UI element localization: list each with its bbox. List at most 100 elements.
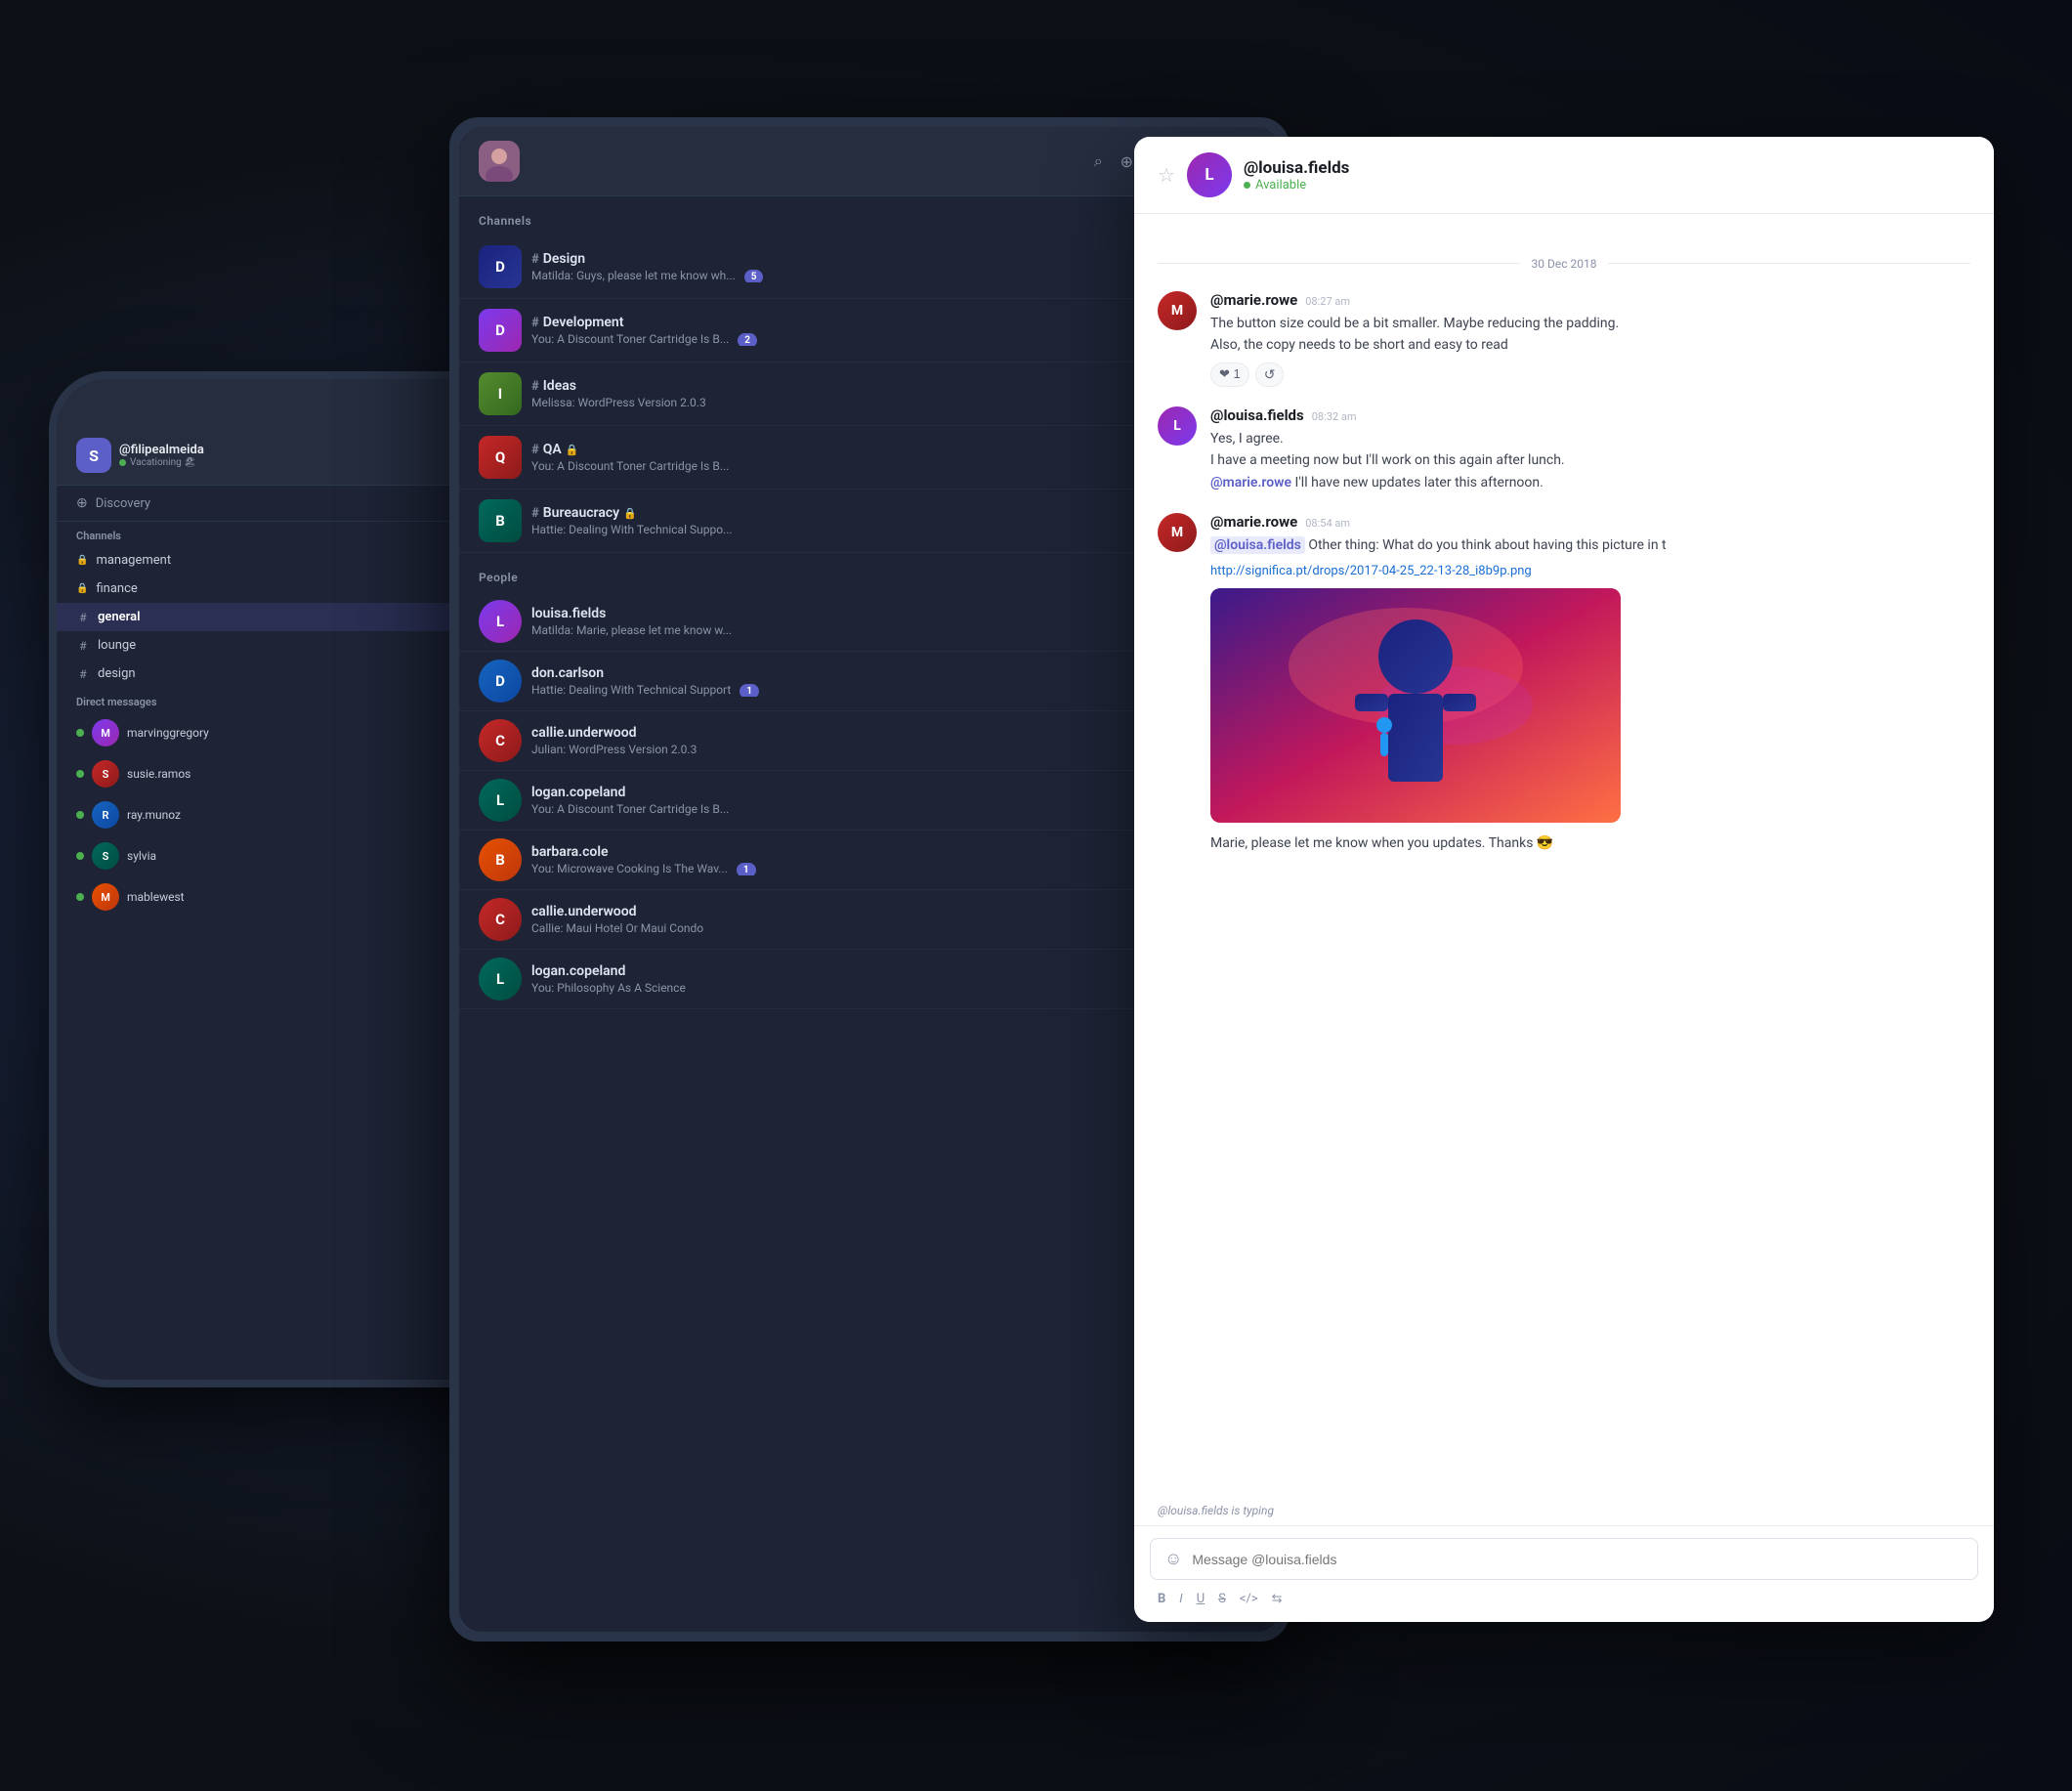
channel-name: # Ideas bbox=[531, 378, 576, 394]
message-header: @marie.rowe 08:54 am bbox=[1210, 513, 1970, 531]
globe-icon[interactable]: ⊕ bbox=[1121, 152, 1133, 171]
date-divider: 30 Dec 2018 bbox=[1158, 253, 1970, 272]
hash-icon: # bbox=[76, 667, 90, 681]
link-button[interactable]: ⇆ bbox=[1272, 1592, 1283, 1606]
message-link[interactable]: http://significa.pt/drops/2017-04-25_22-… bbox=[1210, 564, 1532, 578]
dm-avatar: S bbox=[92, 842, 119, 870]
person-name: don.carlson bbox=[531, 665, 604, 681]
lock-icon: 🔒 bbox=[623, 507, 637, 520]
person-name: louisa.fields bbox=[531, 606, 606, 621]
message-time: 08:27 am bbox=[1305, 295, 1350, 308]
person-name: barbara.cole bbox=[531, 844, 609, 860]
message-time: 08:54 am bbox=[1305, 517, 1350, 530]
avatar-placeholder: S bbox=[92, 760, 119, 788]
hash-icon: # bbox=[531, 379, 539, 394]
chat-header: ☆ L @louisa.fields Available bbox=[1134, 137, 1994, 214]
formatting-bar: B I U S </> ⇆ bbox=[1150, 1588, 1978, 1610]
online-dot bbox=[76, 811, 84, 819]
underline-button[interactable]: U bbox=[1197, 1592, 1205, 1606]
image-placeholder bbox=[1210, 588, 1621, 823]
person-name: logan.copeland bbox=[531, 785, 625, 800]
add-reaction[interactable]: ↺ bbox=[1255, 362, 1285, 387]
channel-name: # Design bbox=[531, 251, 585, 267]
online-dot bbox=[76, 770, 84, 778]
online-dot bbox=[76, 729, 84, 737]
message-last-line: Marie, please let me know when you updat… bbox=[1210, 832, 1970, 854]
heart-reaction[interactable]: ❤ 1 bbox=[1210, 362, 1249, 387]
person-avatar: C bbox=[479, 898, 522, 941]
dm-avatar: S bbox=[92, 760, 119, 788]
status-dot bbox=[119, 459, 126, 466]
message-text: Yes, I agree. I have a meeting now but I… bbox=[1210, 428, 1970, 493]
person-avatar: B bbox=[479, 838, 522, 881]
channel-avatar: B bbox=[479, 499, 522, 542]
concert-image-svg bbox=[1210, 588, 1621, 823]
person-avatar: L bbox=[479, 958, 522, 1001]
typing-indicator: @louisa.fields is typing bbox=[1134, 1496, 1994, 1525]
chat-messages: 30 Dec 2018 M @marie.rowe 08:27 am The b… bbox=[1134, 214, 1994, 1496]
workspace-avatar[interactable] bbox=[479, 141, 520, 182]
emoji-icon[interactable]: ☺ bbox=[1164, 1549, 1182, 1569]
chat-input-area: ☺ B I U S </> ⇆ bbox=[1134, 1525, 1994, 1622]
person-name: callie.underwood bbox=[531, 725, 637, 741]
channel-avatar: D bbox=[479, 309, 522, 352]
mention: @marie.rowe bbox=[1210, 475, 1291, 490]
unread-badge: 5 bbox=[744, 270, 764, 282]
chat-status: Available bbox=[1244, 178, 1970, 192]
phone-username: @filipealmeida bbox=[119, 443, 463, 457]
chat-user-info: @louisa.fields Available bbox=[1244, 158, 1970, 192]
chat-user-avatar: L bbox=[1187, 152, 1232, 197]
search-icon[interactable]: ⌕ bbox=[1094, 151, 1103, 171]
chat-panel: ☆ L @louisa.fields Available 30 Dec 2018… bbox=[1134, 137, 1994, 1622]
message-avatar: M bbox=[1158, 291, 1197, 330]
channel-avatar: Q bbox=[479, 436, 522, 479]
message-author: @louisa.fields bbox=[1210, 406, 1304, 424]
unread-badge: 2 bbox=[738, 333, 757, 346]
message-content: @marie.rowe 08:27 am The button size cou… bbox=[1210, 291, 1970, 387]
chat-input-box: ☺ bbox=[1150, 1538, 1978, 1580]
italic-button[interactable]: I bbox=[1179, 1592, 1182, 1606]
online-dot bbox=[76, 852, 84, 860]
message-content: @louisa.fields 08:32 am Yes, I agree. I … bbox=[1210, 406, 1970, 493]
lock-icon: 🔒 bbox=[76, 555, 88, 566]
mention: @louisa.fields bbox=[1210, 536, 1305, 554]
online-dot bbox=[76, 893, 84, 901]
channel-avatar: D bbox=[479, 245, 522, 288]
hash-icon: # bbox=[531, 443, 539, 457]
chat-avatar-inner: L bbox=[1187, 152, 1232, 197]
message-author: @marie.rowe bbox=[1210, 513, 1297, 531]
message-avatar: L bbox=[1158, 406, 1197, 446]
message-content: @marie.rowe 08:54 am @louisa.fields Othe… bbox=[1210, 513, 1970, 855]
person-avatar: D bbox=[479, 660, 522, 703]
unread-badge: 1 bbox=[740, 684, 759, 697]
workspace-avatar-img bbox=[479, 141, 520, 182]
star-icon[interactable]: ☆ bbox=[1158, 163, 1175, 187]
message-author: @marie.rowe bbox=[1210, 291, 1297, 309]
person-name: callie.underwood bbox=[531, 904, 637, 919]
avatar-placeholder: S bbox=[92, 842, 119, 870]
lock-icon: 🔒 bbox=[566, 444, 579, 456]
chat-input-field[interactable] bbox=[1192, 1552, 1964, 1567]
avatar-placeholder: M bbox=[1158, 513, 1197, 552]
dm-avatar: M bbox=[92, 883, 119, 911]
message-image bbox=[1210, 588, 1621, 823]
workspace-icon[interactable]: S bbox=[76, 438, 111, 473]
message-group-1: M @marie.rowe 08:27 am The button size c… bbox=[1158, 291, 1970, 387]
code-button[interactable]: </> bbox=[1240, 1592, 1258, 1606]
strikethrough-button[interactable]: S bbox=[1218, 1592, 1226, 1606]
message-text: @louisa.fields Other thing: What do you … bbox=[1210, 534, 1970, 556]
lock-icon: 🔒 bbox=[76, 583, 88, 594]
workspace-avatar-svg bbox=[479, 141, 520, 182]
bold-button[interactable]: B bbox=[1158, 1592, 1165, 1606]
hash-icon: # bbox=[76, 611, 90, 624]
person-name: logan.copeland bbox=[531, 963, 625, 979]
message-link-container: http://significa.pt/drops/2017-04-25_22-… bbox=[1210, 560, 1970, 578]
status-dot bbox=[1244, 182, 1250, 189]
chat-username: @louisa.fields bbox=[1244, 158, 1970, 178]
hash-icon: # bbox=[531, 506, 539, 521]
person-avatar: L bbox=[479, 779, 522, 822]
dm-avatar: R bbox=[92, 801, 119, 829]
message-time: 08:32 am bbox=[1312, 410, 1357, 423]
message-header: @marie.rowe 08:27 am bbox=[1210, 291, 1970, 309]
dm-avatar: M bbox=[92, 719, 119, 746]
